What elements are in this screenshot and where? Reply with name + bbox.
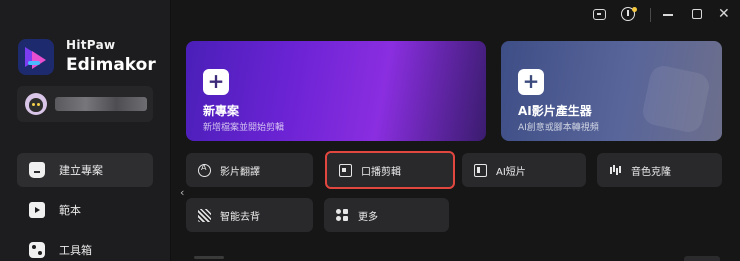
- new-project-card[interactable]: + 新專案 新增檔案並開始剪輯: [186, 41, 486, 141]
- sidebar-item-templates[interactable]: 範本: [17, 193, 153, 227]
- avatar: [25, 93, 47, 115]
- tool-more[interactable]: 更多: [324, 198, 449, 232]
- app-logo: [18, 39, 54, 75]
- titlebar-divider: [650, 8, 651, 22]
- new-project-title: 新專案: [203, 104, 240, 118]
- sidebar-item-create-project[interactable]: 建立專案: [17, 153, 153, 187]
- tool-ai-shorts[interactable]: AI短片: [462, 153, 586, 187]
- sidebar-item-label: 範本: [59, 204, 81, 217]
- user-account-card[interactable]: [17, 86, 153, 122]
- tool-label: 智能去背: [220, 211, 260, 223]
- tool-label: 更多: [358, 211, 378, 223]
- tool-background-remove[interactable]: 智能去背: [186, 198, 313, 232]
- tool-voice-clone[interactable]: 音色克隆: [597, 153, 722, 187]
- plus-icon: +: [203, 69, 229, 95]
- translate-icon: [198, 163, 211, 177]
- section-heading-partial: [194, 256, 224, 259]
- toolbox-icon: [29, 242, 45, 258]
- decorative-shape: [640, 63, 712, 135]
- sidebar-item-label: 工具箱: [59, 244, 92, 257]
- plus-icon: +: [518, 69, 544, 95]
- new-project-subtitle: 新增檔案並開始剪輯: [203, 123, 285, 133]
- brand-name-line2: Edimakor: [66, 55, 156, 75]
- notification-badge: [632, 7, 637, 12]
- template-icon: [29, 202, 45, 218]
- tool-label: 口播剪輯: [361, 166, 401, 178]
- section-control-partial[interactable]: [684, 256, 720, 261]
- tool-label: AI短片: [496, 166, 526, 178]
- tool-video-translate[interactable]: 影片翻譯: [186, 153, 313, 187]
- tool-label: 影片翻譯: [220, 166, 260, 178]
- sidebar-item-toolbox[interactable]: 工具箱: [17, 233, 153, 261]
- more-icon: [336, 208, 349, 222]
- sidebar-item-label: 建立專案: [59, 164, 103, 177]
- brand-name-line1: HitPaw: [66, 38, 116, 52]
- feedback-chat-icon[interactable]: [593, 9, 606, 20]
- ai-video-subtitle: AI創意或腳本轉視頻: [518, 123, 599, 133]
- minimize-icon[interactable]: [663, 14, 673, 16]
- voice-clone-icon: [609, 164, 622, 177]
- blurred-username: [55, 97, 147, 111]
- close-icon[interactable]: ✕: [718, 6, 730, 22]
- ai-video-title: AI影片產生器: [518, 104, 592, 118]
- ai-video-generator-card[interactable]: + AI影片產生器 AI創意或腳本轉視頻: [501, 41, 722, 141]
- tool-label: 音色克隆: [631, 166, 671, 178]
- tool-talking-head-edit[interactable]: 口播剪輯: [325, 151, 455, 189]
- home-icon: [29, 162, 45, 178]
- background-remove-icon: [198, 208, 211, 222]
- maximize-icon[interactable]: [692, 9, 702, 19]
- talking-head-icon: [339, 163, 352, 177]
- sidebar: HitPaw Edimakor 建立專案 範本 工具箱: [0, 0, 171, 261]
- ai-shorts-icon: [474, 163, 487, 177]
